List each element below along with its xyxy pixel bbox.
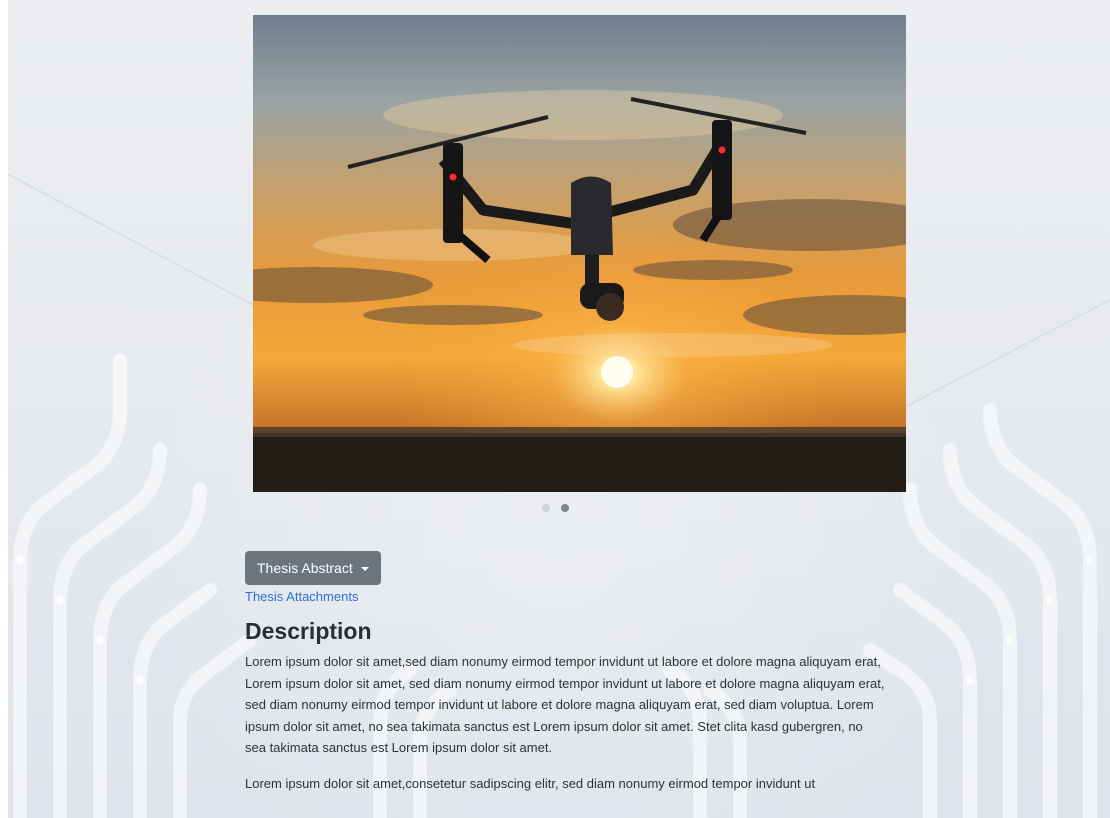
thesis-attachments-link[interactable]: Thesis Attachments xyxy=(245,589,885,604)
thesis-abstract-label: Thesis Abstract xyxy=(257,560,353,576)
caret-down-icon xyxy=(360,566,369,571)
description-paragraph-2: Lorem ipsum dolor sit amet,consetetur sa… xyxy=(245,775,816,791)
thesis-abstract-dropdown-button[interactable]: Thesis Abstract xyxy=(245,551,381,585)
thesis-content: Thesis Abstract Thesis Attachments Descr… xyxy=(245,551,885,808)
description-heading: Description xyxy=(245,618,372,644)
left-edge xyxy=(0,0,8,818)
page: Thesis Abstract Thesis Attachments Descr… xyxy=(0,0,1110,818)
carousel-indicator-2[interactable] xyxy=(560,504,569,512)
image-carousel[interactable] xyxy=(253,15,906,492)
description-paragraph-1: Lorem ipsum dolor sit amet,sed diam nonu… xyxy=(245,654,885,755)
drone-sunset-image xyxy=(253,15,906,492)
carousel-indicators xyxy=(0,504,1110,512)
carousel-indicator-1[interactable] xyxy=(541,504,550,512)
